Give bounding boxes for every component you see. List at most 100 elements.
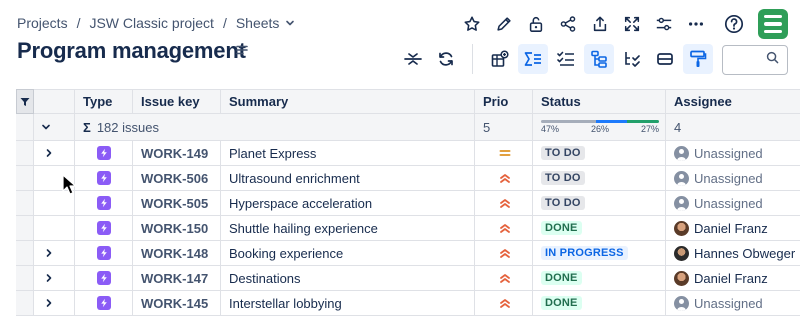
row-left-band (16, 291, 34, 316)
issue-key-cell[interactable]: WORK-147 (133, 266, 221, 291)
export-icon[interactable] (584, 8, 616, 40)
status-cell[interactable]: DONE (533, 216, 666, 241)
assignee-cell[interactable]: Daniel Franz (666, 216, 800, 241)
filter-icon[interactable] (16, 89, 34, 114)
table-row[interactable]: WORK-505 Hyperspace acceleration TO DO Unas… (0, 191, 800, 216)
type-cell (75, 191, 133, 216)
checklist-icon[interactable] (551, 44, 581, 74)
type-cell (75, 166, 133, 191)
app-logo[interactable] (758, 9, 788, 39)
assignee-cell[interactable]: Hannes Obweger (666, 241, 800, 266)
refresh-icon[interactable] (431, 44, 461, 74)
column-header-issue-key[interactable]: Issue key (133, 89, 221, 114)
status-cell[interactable]: TO DO (533, 166, 666, 191)
help-icon[interactable] (718, 8, 750, 40)
summary-cell[interactable]: Planet Express (221, 141, 475, 166)
lock-icon[interactable] (520, 8, 552, 40)
breadcrumb-sheets[interactable]: Sheets (236, 15, 280, 31)
issue-key[interactable]: WORK-145 (141, 296, 208, 311)
epic-icon (97, 296, 111, 310)
assignee-cell[interactable]: Unassigned (666, 191, 800, 216)
chevron-down-icon[interactable] (285, 18, 295, 28)
prio-cell[interactable] (475, 291, 533, 316)
assignee-cell[interactable]: Unassigned (666, 141, 800, 166)
row-expander-cell[interactable] (34, 241, 75, 266)
hierarchy-icon[interactable] (584, 44, 614, 74)
add-view-icon[interactable] (485, 44, 515, 74)
assignee-cell[interactable]: Unassigned (666, 166, 800, 191)
status-cell[interactable]: DONE (533, 291, 666, 316)
column-header-type[interactable]: Type (75, 89, 133, 114)
status-cell[interactable]: IN PROGRESS (533, 241, 666, 266)
issue-key-cell[interactable]: WORK-148 (133, 241, 221, 266)
column-header-summary[interactable]: Summary (221, 89, 475, 114)
issue-key[interactable]: WORK-506 (141, 171, 208, 186)
status-cell[interactable]: TO DO (533, 191, 666, 216)
fullscreen-icon[interactable] (616, 8, 648, 40)
issue-key-cell[interactable]: WORK-506 (133, 166, 221, 191)
prio-cell[interactable] (475, 141, 533, 166)
prio-cell[interactable] (475, 216, 533, 241)
star-icon[interactable] (456, 8, 488, 40)
share-icon[interactable] (552, 8, 584, 40)
summary-cell[interactable]: Shuttle hailing experience (221, 216, 475, 241)
collapse-rows-icon[interactable] (398, 44, 428, 74)
table-row[interactable]: WORK-149 Planet Express TO DO Unassigned (0, 141, 800, 166)
status-lozenge: IN PROGRESS (541, 246, 628, 260)
group-prio-count: 5 (475, 114, 533, 141)
avatar (674, 145, 689, 161)
column-header-prio[interactable]: Prio (475, 89, 533, 114)
row-expander-cell[interactable] (34, 291, 75, 316)
row-height-icon[interactable] (650, 44, 680, 74)
issue-key-cell[interactable]: WORK-149 (133, 141, 221, 166)
assignee-cell[interactable]: Daniel Franz (666, 266, 800, 291)
prio-cell[interactable] (475, 166, 533, 191)
chevron-right-icon (46, 149, 52, 157)
summary-cell[interactable]: Ultrasound enrichment (221, 166, 475, 191)
nested-list-icon[interactable] (617, 44, 647, 74)
search-input[interactable] (722, 45, 788, 75)
summary-cell[interactable]: Interstellar lobbying (221, 291, 475, 316)
pencil-icon[interactable] (488, 8, 520, 40)
title-menu-icon[interactable] (236, 44, 248, 56)
summary-cell[interactable]: Hyperspace acceleration (221, 191, 475, 216)
table-row[interactable]: WORK-506 Ultrasound enrichment TO DO Unassi… (0, 166, 800, 191)
issue-summary: Ultrasound enrichment (229, 170, 360, 186)
status-cell[interactable]: DONE (533, 266, 666, 291)
paint-roller-icon[interactable] (683, 44, 713, 74)
group-collapse-toggle[interactable] (34, 114, 75, 141)
issue-key[interactable]: WORK-149 (141, 146, 208, 161)
prio-cell[interactable] (475, 266, 533, 291)
prio-cell[interactable] (475, 191, 533, 216)
status-cell[interactable]: TO DO (533, 141, 666, 166)
issue-key[interactable]: WORK-147 (141, 271, 208, 286)
prio-cell[interactable] (475, 241, 533, 266)
issue-key-cell[interactable]: WORK-145 (133, 291, 221, 316)
table-row[interactable]: WORK-147 Destinations DONE Daniel Franz (0, 266, 800, 291)
avatar (674, 245, 689, 261)
table-row[interactable]: WORK-145 Interstellar lobbying DONE Unassig… (0, 291, 800, 316)
issue-key-cell[interactable]: WORK-150 (133, 216, 221, 241)
table-row[interactable]: WORK-150 Shuttle hailing experience DONE Da… (0, 216, 800, 241)
row-expander-cell[interactable] (34, 141, 75, 166)
row-expander-cell[interactable] (34, 266, 75, 291)
issue-summary: Planet Express (229, 145, 317, 161)
summary-cell[interactable]: Booking experience (221, 241, 475, 266)
sum-icon[interactable] (518, 44, 548, 74)
issue-key[interactable]: WORK-148 (141, 246, 208, 261)
priority-medium-icon (499, 147, 511, 159)
breadcrumb-project[interactable]: JSW Classic project (89, 15, 213, 31)
avatar (674, 270, 689, 286)
settings-sliders-icon[interactable] (648, 8, 680, 40)
column-header-assignee[interactable]: Assignee (666, 89, 800, 114)
table-row[interactable]: WORK-148 Booking experience IN PROGRESS Han… (0, 241, 800, 266)
issue-key-cell[interactable]: WORK-505 (133, 191, 221, 216)
issue-key[interactable]: WORK-505 (141, 196, 208, 211)
more-icon[interactable] (680, 8, 712, 40)
column-header-status[interactable]: Status (533, 89, 666, 114)
issue-key[interactable]: WORK-150 (141, 221, 208, 236)
group-row[interactable]: Σ 182 issues 5 47% 26% 27% 4 (0, 114, 800, 141)
assignee-cell[interactable]: Unassigned (666, 291, 800, 316)
summary-cell[interactable]: Destinations (221, 266, 475, 291)
breadcrumb-projects[interactable]: Projects (17, 15, 68, 31)
